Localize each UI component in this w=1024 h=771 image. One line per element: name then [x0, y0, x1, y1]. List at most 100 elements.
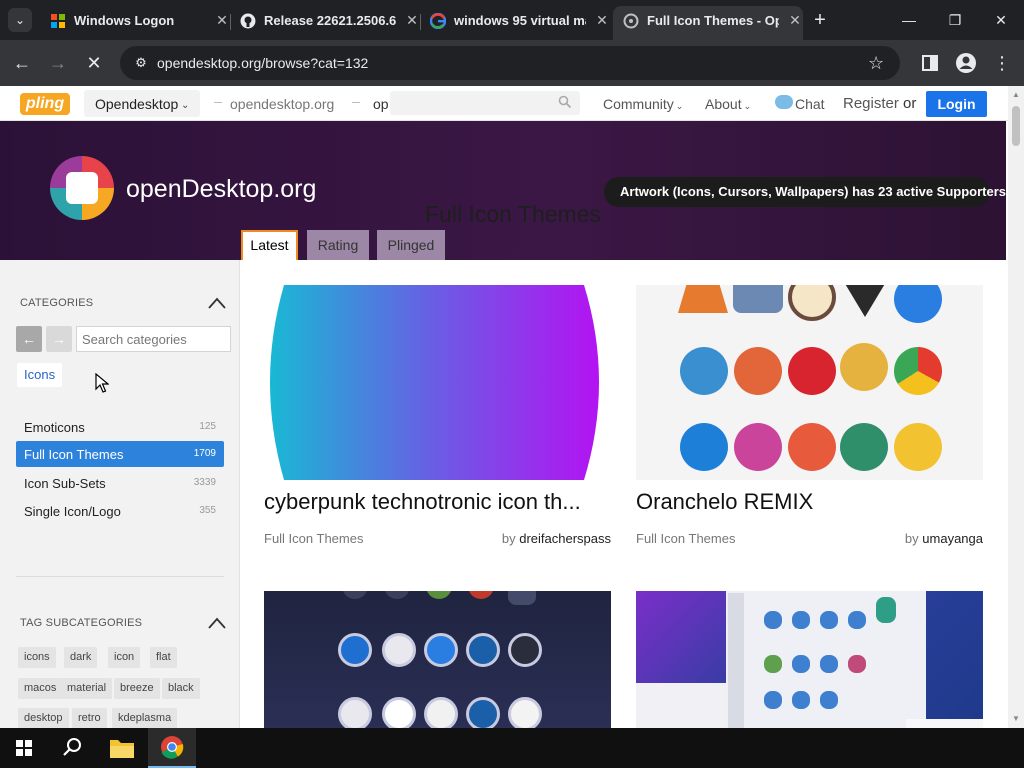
- pling-logo[interactable]: pling: [20, 93, 70, 115]
- tag-chip[interactable]: dark: [64, 647, 98, 668]
- app-icon: [342, 591, 368, 599]
- chat-bubble-icon[interactable]: [775, 95, 793, 109]
- tag-chip[interactable]: icons: [18, 647, 56, 668]
- address-bar[interactable]: ⚙ opendesktop.org/browse?cat=132 ☆: [120, 46, 900, 80]
- window-close-button[interactable]: ✕: [978, 4, 1024, 36]
- collapse-caret-icon[interactable]: [208, 297, 226, 309]
- folder-icon: [792, 611, 810, 629]
- product-thumbnail[interactable]: [264, 285, 611, 480]
- scroll-up-arrow-icon[interactable]: ▲: [1012, 90, 1020, 99]
- current-category-link[interactable]: Icons: [17, 363, 63, 387]
- register-link[interactable]: Register: [843, 95, 899, 112]
- tab-close-icon[interactable]: ✕: [785, 10, 805, 30]
- browser-tab-github-release[interactable]: Release 22621.2506.60 ✕: [230, 6, 420, 36]
- tag-chip[interactable]: breeze: [114, 678, 160, 699]
- back-arrow-icon[interactable]: ←: [8, 49, 36, 77]
- product-category[interactable]: Full Icon Themes: [636, 531, 735, 546]
- store-selector[interactable]: Opendesktop ⌄: [84, 90, 200, 117]
- product-category[interactable]: Full Icon Themes: [264, 531, 363, 546]
- tab-plinged[interactable]: Plinged: [377, 230, 445, 260]
- category-count: 3339: [193, 477, 216, 488]
- product-title[interactable]: Oranchelo REMIX: [636, 489, 813, 515]
- category-search-input[interactable]: [76, 326, 231, 352]
- java-icon: [734, 423, 782, 471]
- tag-chip[interactable]: flat: [150, 647, 177, 668]
- tag-chip[interactable]: desktop: [18, 708, 69, 729]
- tag-chip[interactable]: black: [162, 678, 200, 699]
- category-item-single-icon-logo[interactable]: Single Icon/Logo 355: [16, 498, 224, 524]
- site-banner: openDesktop.org Artwork (Icons, Cursors,…: [0, 121, 1018, 260]
- app-icon: [466, 633, 500, 667]
- supporters-badge[interactable]: Artwork (Icons, Cursors, Wallpapers) has…: [604, 177, 1018, 207]
- tag-chip[interactable]: material: [61, 678, 113, 699]
- site-name[interactable]: openDesktop.org: [126, 175, 316, 204]
- product-author[interactable]: dreifacherspass: [519, 531, 611, 546]
- profile-avatar-icon[interactable]: [952, 49, 980, 77]
- chevron-down-icon: ⌄: [181, 100, 190, 111]
- product-thumbnail[interactable]: [636, 591, 983, 728]
- app-icon: [338, 697, 372, 728]
- search-icon[interactable]: [48, 728, 96, 768]
- folder-icon: [876, 597, 896, 623]
- stop-loading-icon[interactable]: ✕: [80, 49, 108, 77]
- new-tab-button[interactable]: +: [808, 8, 832, 32]
- category-item-emoticons[interactable]: Emoticons 125: [16, 414, 224, 440]
- tab-latest[interactable]: Latest: [241, 230, 298, 260]
- windows-start-icon[interactable]: [0, 728, 48, 768]
- product-thumbnail[interactable]: [264, 591, 611, 728]
- category-name: Single Icon/Logo: [24, 504, 121, 519]
- category-name: Emoticons: [24, 420, 85, 435]
- browser-menu-kebab-icon[interactable]: ⋮: [988, 49, 1016, 77]
- community-menu[interactable]: Community ⌄: [603, 96, 683, 112]
- tab-close-icon[interactable]: ✕: [402, 10, 422, 30]
- forward-arrow-icon[interactable]: →: [44, 49, 72, 77]
- app-icon: [382, 633, 416, 667]
- browser-tab-windows-logon[interactable]: Windows Logon ✕: [40, 6, 230, 36]
- category-item-icon-sub-sets[interactable]: Icon Sub-Sets 3339: [16, 470, 224, 496]
- window-maximize-button[interactable]: ❐: [932, 4, 978, 36]
- desktop-screenshot-panel: [636, 683, 726, 728]
- chat-link[interactable]: Chat: [795, 96, 825, 112]
- browser-tab-google-search[interactable]: windows 95 virtual ma ✕: [420, 6, 610, 36]
- tag-chip[interactable]: retro: [72, 708, 107, 729]
- opendesktop-logo-icon[interactable]: [50, 156, 114, 220]
- file-explorer-icon[interactable]: [98, 728, 146, 768]
- window-minimize-button[interactable]: —: [886, 4, 932, 36]
- tab-close-icon[interactable]: ✕: [592, 10, 612, 30]
- product-title[interactable]: cyberpunk technotronic icon th...: [264, 489, 581, 515]
- tag-chip[interactable]: kdeplasma: [112, 708, 178, 729]
- category-back-arrow-icon[interactable]: ←: [16, 326, 42, 352]
- tab-search-chevron-icon[interactable]: ⌄: [8, 8, 32, 32]
- page-scrollbar[interactable]: ▲ ▼: [1008, 86, 1024, 728]
- folder-icon: [848, 611, 866, 629]
- tab-rating[interactable]: Rating: [307, 230, 369, 260]
- search-icon[interactable]: [558, 95, 572, 109]
- address-url[interactable]: opendesktop.org/browse?cat=132: [157, 55, 368, 71]
- lightning-bolt-icon: [894, 423, 942, 471]
- browser-tab-full-icon-themes[interactable]: Full Icon Themes - Op ✕: [613, 6, 803, 40]
- chrome-taskbar-button[interactable]: [148, 728, 196, 768]
- bookmark-star-icon[interactable]: ☆: [868, 52, 884, 74]
- site-search-input[interactable]: [390, 91, 580, 115]
- page-title: Full Icon Themes: [425, 201, 601, 227]
- apps-grid-icon: [894, 285, 942, 323]
- google-favicon-icon: [430, 13, 446, 29]
- scrollbar-thumb[interactable]: [1012, 106, 1020, 146]
- about-menu[interactable]: About ⌄: [705, 96, 751, 112]
- product-author[interactable]: umayanga: [922, 531, 983, 546]
- windows-taskbar: [0, 728, 1024, 768]
- tag-chip[interactable]: icon: [108, 647, 141, 668]
- collapse-caret-icon[interactable]: [208, 617, 226, 629]
- scroll-down-arrow-icon[interactable]: ▼: [1012, 714, 1020, 723]
- breadcrumb-site-link[interactable]: opendesktop.org: [230, 96, 334, 112]
- product-thumbnail[interactable]: [636, 285, 983, 480]
- side-panel-icon[interactable]: [916, 49, 944, 77]
- category-forward-arrow-icon[interactable]: →: [46, 326, 72, 352]
- site-info-icon[interactable]: ⚙: [132, 54, 150, 72]
- community-label: Community: [603, 96, 674, 112]
- category-item-full-icon-themes[interactable]: Full Icon Themes 1709: [16, 441, 224, 467]
- tag-chip[interactable]: macos: [18, 678, 63, 699]
- login-button[interactable]: Login: [926, 91, 987, 117]
- search-query-text[interactable]: op: [373, 96, 389, 112]
- tab-close-icon[interactable]: ✕: [212, 10, 232, 30]
